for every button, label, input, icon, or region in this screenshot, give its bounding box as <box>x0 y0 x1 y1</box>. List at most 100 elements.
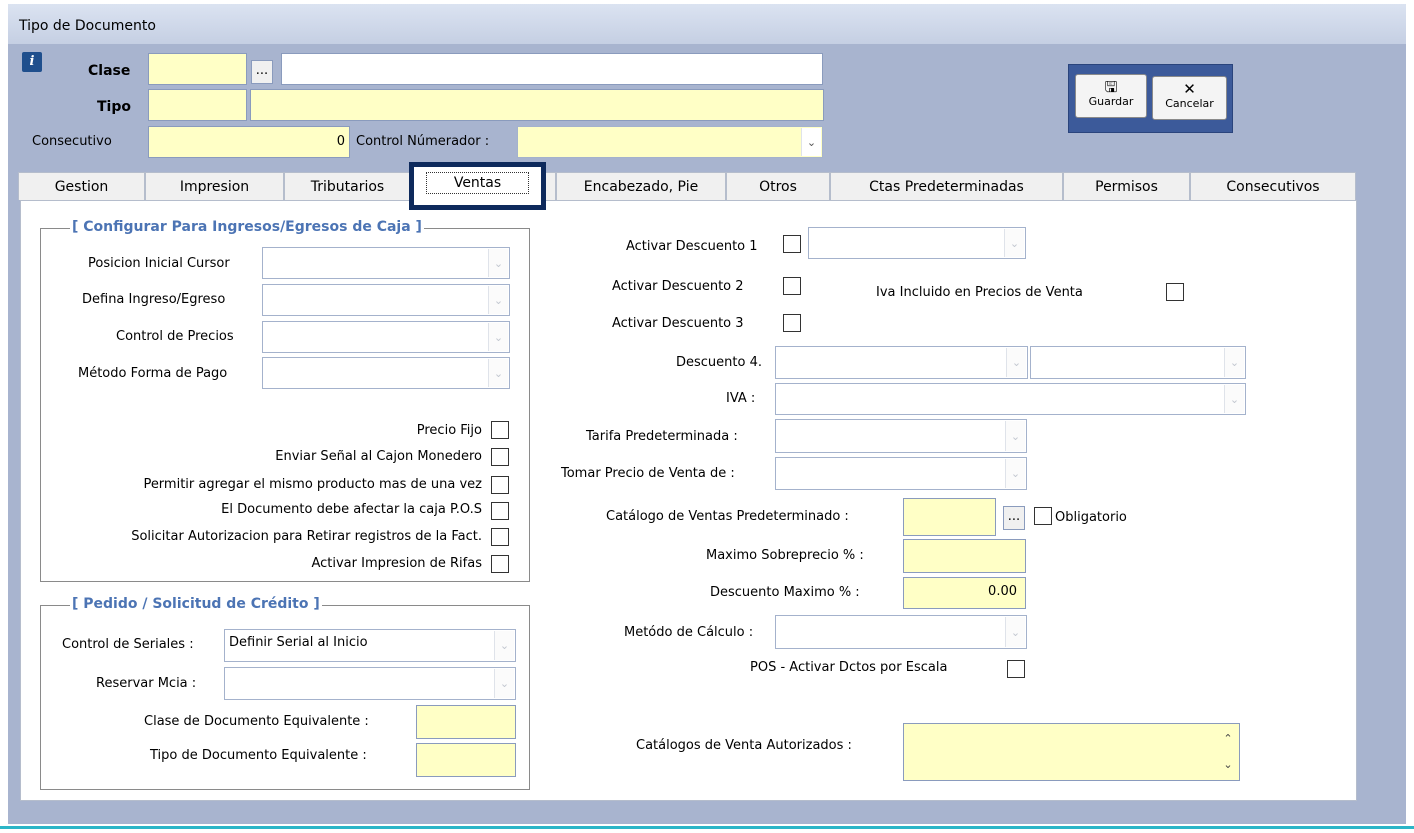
clase-code-input[interactable] <box>148 53 247 85</box>
chevron-down-icon[interactable]: ⌄ <box>1223 754 1232 776</box>
desc4-secondary-select[interactable]: ⌄ <box>1030 346 1246 379</box>
iva-label: IVA : <box>726 391 756 406</box>
chevron-down-icon: ⌄ <box>494 631 514 660</box>
chevron-down-icon: ⌄ <box>488 286 508 314</box>
chevron-down-icon: ⌄ <box>1005 617 1025 647</box>
solicitar-autorizacion-checkbox[interactable] <box>491 528 509 546</box>
iva-incluido-label: Iva Incluido en Precios de Venta <box>876 285 1083 300</box>
bottom-border <box>0 826 1414 829</box>
tipo-code-input[interactable] <box>148 89 247 121</box>
tab-otros[interactable]: Otros <box>726 172 830 200</box>
tab-tributarios[interactable]: Tributarios <box>284 172 411 200</box>
chevron-down-icon: ⌄ <box>1006 348 1026 377</box>
desc-max-input[interactable]: 0.00 <box>903 577 1026 609</box>
list-scrollbar[interactable]: ⌃ ⌄ <box>1217 724 1239 780</box>
tab-impresion[interactable]: Impresion <box>145 172 284 200</box>
tarifa-select[interactable]: ⌄ <box>775 419 1027 453</box>
desc3-checkbox[interactable] <box>783 314 801 332</box>
metodo-pago-label: Método Forma de Pago <box>78 366 228 381</box>
chevron-down-icon: ⌄ <box>488 359 508 387</box>
pedido-group-title: [ Pedido / Solicitud de Crédito ] <box>70 596 322 612</box>
precio-fijo-label: Precio Fijo <box>416 423 482 438</box>
caja-group-title: [ Configurar Para Ingresos/Egresos de Ca… <box>70 219 424 235</box>
chevron-down-icon: ⌄ <box>488 323 508 351</box>
control-numerador-select[interactable]: ⌄ <box>517 126 823 158</box>
chevron-down-icon: ⌄ <box>1005 421 1025 451</box>
consecutivo-label: Consecutivo <box>32 134 112 149</box>
action-toolbar: 🖫 Guardar ✕ Cancelar <box>1068 64 1233 133</box>
chevron-up-icon[interactable]: ⌃ <box>1223 728 1232 750</box>
desc4-select[interactable]: ⌄ <box>775 346 1028 379</box>
catalogo-label: Catálogo de Ventas Predeterminado : <box>606 509 849 524</box>
iva-select[interactable]: ⌄ <box>775 383 1246 415</box>
title-bar <box>8 4 1406 44</box>
info-icon[interactable]: i <box>22 52 42 72</box>
floppy-disk-icon: 🖫 <box>1104 78 1118 96</box>
tab-ventas-selected[interactable]: Ventas <box>409 162 546 210</box>
metodo-pago-select[interactable]: ⌄ <box>262 357 510 389</box>
desc1-label: Activar Descuento 1 <box>626 239 758 254</box>
clase-label: Clase <box>88 63 131 79</box>
control-precios-select[interactable]: ⌄ <box>262 321 510 353</box>
desc-max-label: Descuento Maximo % : <box>710 585 860 600</box>
desc2-label: Activar Descuento 2 <box>612 279 744 294</box>
cancel-button[interactable]: ✕ Cancelar <box>1152 76 1227 120</box>
tipo-description-input[interactable] <box>250 89 824 121</box>
seriales-value: Definir Serial al Inicio <box>229 635 368 650</box>
desc2-checkbox[interactable] <box>783 277 801 295</box>
max-sobreprecio-label: Maximo Sobreprecio % : <box>706 548 864 563</box>
tomar-precio-select[interactable]: ⌄ <box>775 457 1027 490</box>
cajon-monedero-label: Enviar Señal al Cajon Monedero <box>275 449 482 464</box>
solicitar-autorizacion-label: Solicitar Autorizacion para Retirar regi… <box>131 529 482 544</box>
catalogo-input[interactable] <box>903 498 996 536</box>
seriales-label: Control de Seriales : <box>62 637 194 652</box>
consecutivo-input[interactable]: 0 <box>148 126 350 158</box>
rifas-checkbox[interactable] <box>491 555 509 573</box>
reservar-label: Reservar Mcia : <box>96 676 197 691</box>
tab-ventas-label: Ventas <box>426 172 529 194</box>
pos-escala-label: POS - Activar Dctos por Escala <box>750 660 948 675</box>
obligatorio-checkbox[interactable] <box>1034 507 1052 525</box>
tipo-equiv-input[interactable] <box>416 743 516 777</box>
iva-incluido-checkbox[interactable] <box>1166 283 1184 301</box>
precio-fijo-checkbox[interactable] <box>491 421 509 439</box>
metodo-calculo-label: Metódo de Cálculo : <box>624 625 754 640</box>
cajon-monedero-checkbox[interactable] <box>491 448 509 466</box>
tipo-equiv-label: Tipo de Documento Equivalente : <box>150 748 367 763</box>
desc1-checkbox[interactable] <box>783 235 801 253</box>
defina-label: Defina Ingreso/Egreso <box>82 292 226 307</box>
catalogos-autorizados-list[interactable]: ⌃ ⌄ <box>903 723 1240 781</box>
clase-equiv-label: Clase de Documento Equivalente : <box>144 714 369 729</box>
chevron-down-icon: ⌄ <box>1004 229 1024 257</box>
pos-escala-checkbox[interactable] <box>1007 660 1025 678</box>
chevron-down-icon: ⌄ <box>494 669 514 698</box>
tab-gestion[interactable]: Gestion <box>18 172 145 200</box>
reservar-select[interactable]: ⌄ <box>224 667 516 700</box>
tab-ctas-predeterminadas[interactable]: Ctas Predeterminadas <box>830 172 1063 200</box>
tab-consecutivos[interactable]: Consecutivos <box>1190 172 1356 200</box>
obligatorio-label: Obligatorio <box>1055 510 1127 525</box>
save-button[interactable]: 🖫 Guardar <box>1075 74 1147 118</box>
control-precios-label: Control de Precios <box>116 329 234 344</box>
max-sobreprecio-input[interactable] <box>903 539 1026 573</box>
control-numerador-label: Control Númerador : <box>356 134 490 149</box>
tipo-label: Tipo <box>97 99 131 115</box>
metodo-calculo-select[interactable]: ⌄ <box>775 615 1027 649</box>
clase-description-input[interactable] <box>281 53 823 85</box>
chevron-down-icon: ⌄ <box>488 249 508 277</box>
defina-select[interactable]: ⌄ <box>262 284 510 316</box>
tab-permisos[interactable]: Permisos <box>1063 172 1190 200</box>
desc3-label: Activar Descuento 3 <box>612 316 744 331</box>
chevron-down-icon: ⌄ <box>801 128 821 156</box>
save-button-label: Guardar <box>1088 95 1134 108</box>
desc1-select[interactable]: ⌄ <box>808 227 1026 259</box>
posicion-select[interactable]: ⌄ <box>262 247 510 279</box>
mismo-producto-checkbox[interactable] <box>491 476 509 494</box>
catalogo-browse-button[interactable]: ... <box>1003 506 1025 530</box>
clase-browse-button[interactable]: ... <box>251 60 273 84</box>
tab-encabezado-pie[interactable]: Encabezado, Pie <box>556 172 726 200</box>
clase-equiv-input[interactable] <box>416 705 516 739</box>
tomar-precio-label: Tomar Precio de Venta de : <box>561 466 735 481</box>
afectar-caja-checkbox[interactable] <box>491 502 509 520</box>
seriales-select[interactable]: Definir Serial al Inicio ⌄ <box>224 629 516 662</box>
